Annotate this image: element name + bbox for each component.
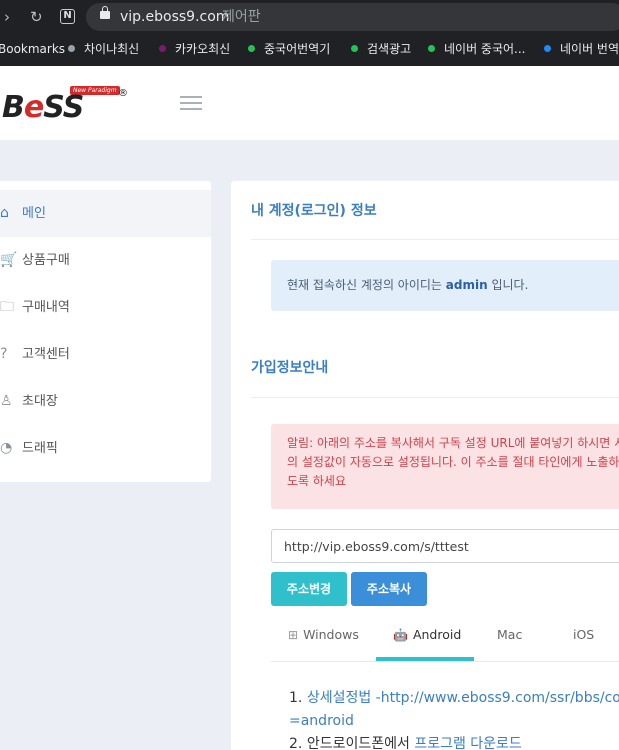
warning-text: 알림: 아래의 주소를 복사해서 구독 설정 URL에 붙여넣기 하시면 서버의… [287,436,619,488]
account-id: admin [445,278,488,292]
account-info-text: 현재 접속하신 계정의 아이디는 admin 입니다. [287,278,529,292]
bookmark-dot-icon [351,45,358,52]
bookmark-item[interactable]: 네이버 중국어... [428,41,526,57]
sidebar-item-invite[interactable]: ♙ 초대장 [0,378,211,425]
sidebar-item-label: 구매내역 [22,300,70,315]
sidebar-item-label: 드래픽 [22,441,58,456]
sidebar-item-label: 상품구매 [22,253,70,268]
help-icon: ? [0,346,8,362]
tab-mac[interactable]: Mac [492,621,522,661]
sidebar: ⌂ 메인 🛒 상품구매 🗀 구매내역 ? 고객센터 ♙ 초대장 ◔ 드래픽 [0,181,211,482]
bookmark-dot-icon [248,45,255,52]
home-icon: ⌂ [0,205,9,221]
cart-icon: 🛒 [0,252,18,268]
logo-wordmark: BeSS [2,90,84,125]
sidebar-item-label: 고객센터 [22,347,70,362]
subscription-url-input[interactable] [271,529,619,563]
url-suffix: 제어판 [222,9,261,25]
sidebar-item-label: 메인 [22,206,46,221]
tab-ios[interactable]: iOS [568,621,594,661]
divider [251,239,619,240]
menu-toggle-icon[interactable] [180,96,202,110]
bookmarks-folder[interactable]: Bookmarks [0,41,65,57]
bookmark-item[interactable]: 카카오최신 [159,41,230,57]
sidebar-item-history[interactable]: 🗀 구매내역 [0,284,211,331]
bookmark-dot-icon [159,45,166,52]
folder-icon: 🗀 [0,299,14,315]
url-host: vip.eboss9.com [120,9,230,25]
warning-alert: 알림: 아래의 주소를 복사해서 구독 설정 URL에 붙여넣기 하시면 서버의… [271,424,619,509]
step1-label: 상세설정법 - [306,690,381,706]
lock-icon[interactable] [100,6,110,19]
bookmark-dot-icon [428,45,435,52]
active-tab-indicator [376,657,474,661]
bookmark-item[interactable]: 차이나최신 [68,41,139,57]
eboss-logo[interactable]: New Paradigm BeSS ® [2,86,132,125]
bookmark-dot-icon [68,45,75,52]
platform-tabs: ⊞ Windows 🤖 Android Mac iOS [271,621,619,662]
sidebar-item-main[interactable]: ⌂ 메인 [0,190,211,237]
reload-icon[interactable]: ↻ [30,7,43,27]
sidebar-item-purchase[interactable]: 🛒 상품구매 [0,237,211,284]
account-info-title: 내 계정(로그인) 정보 [251,203,377,219]
main-panel: 내 계정(로그인) 정보 현재 접속하신 계정의 아이디는 admin 입니다.… [231,181,619,750]
gauge-icon: ◔ [0,440,13,456]
user-icon: ♙ [0,393,13,409]
join-info-title: 가입정보안내 [251,360,329,376]
list-item: 2. 안드로이드폰에서 프로그램 다운로드 [289,736,522,750]
android-icon: 🤖 [393,628,408,642]
sidebar-item-label: 초대장 [22,394,58,409]
bookmark-item[interactable]: 검색광고 [351,41,411,57]
program-download-link[interactable]: 프로그램 다운로드 [414,736,522,750]
bookmark-dot-icon [544,45,551,52]
windows-icon: ⊞ [288,628,299,642]
browser-chrome: › ↻ N vip.eboss9.com 제어판 Bookmarks 차이나최신… [0,0,619,66]
change-url-button[interactable]: 주소변경 [271,572,347,606]
copy-url-button[interactable]: 주소복사 [351,572,427,606]
divider [251,397,619,398]
tab-windows[interactable]: ⊞ Windows [288,621,359,661]
forward-icon[interactable]: › [4,7,10,27]
address-row: › ↻ N vip.eboss9.com 제어판 [0,0,619,34]
tab-android[interactable]: 🤖 Android [393,621,461,661]
bookmark-item[interactable]: 중국어번역기 [248,41,330,57]
list-item: 1. 상세설정법 -http://www.eboss9.com/ssr/bbs/… [289,687,619,733]
site-header: New Paradigm BeSS ® [0,66,619,140]
bookmark-item[interactable]: 네이버 번역 [544,41,619,57]
sidebar-item-traffic[interactable]: ◔ 드래픽 [0,425,211,472]
address-bar[interactable]: vip.eboss9.com 제어판 [86,3,619,31]
account-info-alert: 현재 접속하신 계정의 아이디는 admin 입니다. [271,260,619,311]
setup-steps: 1. 상세설정법 -http://www.eboss9.com/ssr/bbs/… [289,687,619,750]
naver-extension-icon[interactable]: N [60,9,75,24]
sidebar-item-support[interactable]: ? 고객센터 [0,331,211,378]
bookmarks-bar: Bookmarks 차이나최신 카카오최신 중국어번역기 검색광고 네이버 중국… [0,36,619,62]
registered-mark: ® [118,88,128,99]
